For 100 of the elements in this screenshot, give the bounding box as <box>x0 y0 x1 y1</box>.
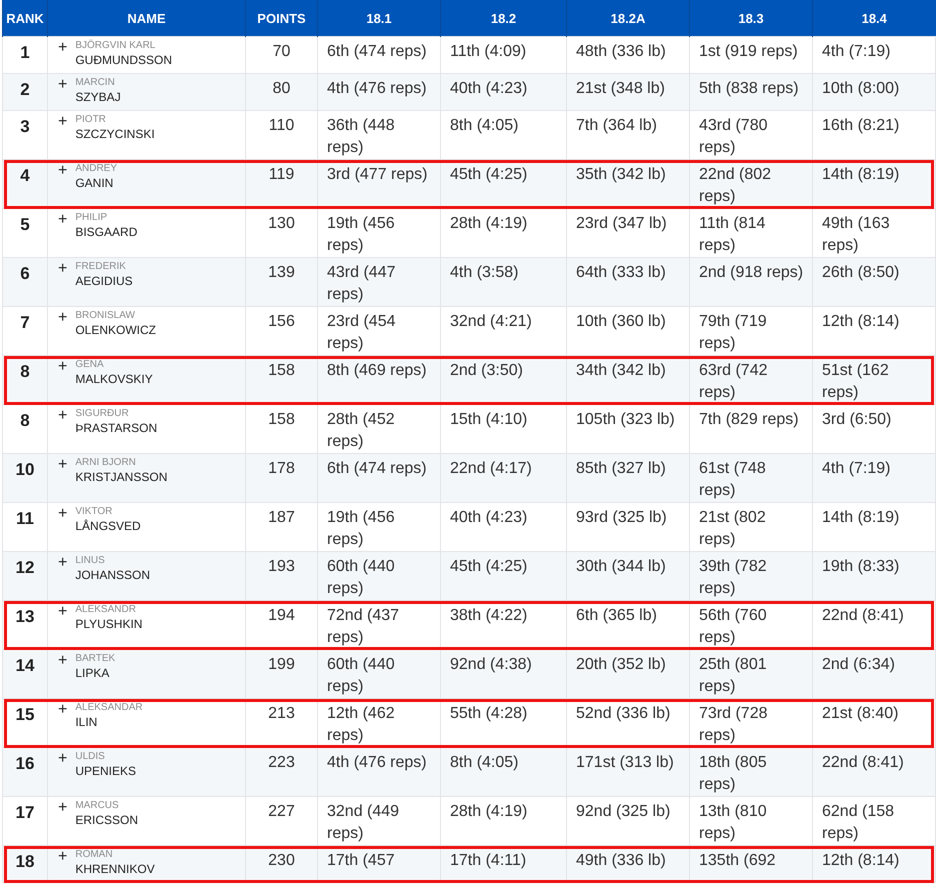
last-name: SZYBAJ <box>75 89 121 105</box>
expand-button[interactable]: + <box>58 262 68 276</box>
score-cell: 79th (719 reps) <box>690 306 812 356</box>
rank-cell: 12 <box>16 558 34 577</box>
last-name: JOHANSSON <box>75 567 150 583</box>
first-name: GENA <box>75 358 105 371</box>
score-cell: 36th (448 reps) <box>318 110 440 160</box>
score-cell: 20th (352 lb) <box>566 650 690 698</box>
score-cell: 39th (782 reps) <box>690 552 812 600</box>
first-name: MARCIN <box>75 76 116 89</box>
last-name: ÞRASTARSON <box>75 420 158 436</box>
column-header: RANK <box>2 0 48 36</box>
first-name: VIKTOR <box>75 505 114 518</box>
points-cell: 156 <box>246 306 318 356</box>
expand-button[interactable]: + <box>58 752 68 766</box>
first-name: ARNI BJORN <box>75 456 137 469</box>
score-cell: 5th (838 reps) <box>690 74 812 110</box>
expand-button[interactable]: + <box>58 115 68 129</box>
score-cell: 8th (4:05) <box>440 110 566 160</box>
score-cell: 4th (476 reps) <box>318 74 440 110</box>
first-name: ALEKSANDAR <box>75 701 143 714</box>
first-name: BJÖRGVIN KARL <box>75 39 156 52</box>
points-cell: 193 <box>246 552 318 600</box>
column-header: 18.1 <box>318 0 440 36</box>
rank-cell: 4 <box>20 166 30 185</box>
score-cell: 32nd (449 reps) <box>318 796 440 846</box>
score-cell: 28th (4:19) <box>440 796 566 846</box>
last-name: SZCZYCINSKI <box>75 126 155 142</box>
score-cell: 13th (810 reps) <box>690 796 812 846</box>
score-cell: 2nd (918 reps) <box>690 258 812 306</box>
score-cell: 64th (333 lb) <box>566 258 690 306</box>
expand-button[interactable]: + <box>58 164 68 178</box>
expand-button[interactable]: + <box>58 654 68 668</box>
rank-cell: 7 <box>20 313 30 332</box>
score-cell: 25th (801 reps) <box>690 650 812 698</box>
expand-button[interactable]: + <box>58 41 68 55</box>
expand-button[interactable]: + <box>58 703 68 717</box>
last-name: OLENKOWICZ <box>75 322 156 338</box>
score-cell: 92nd (325 lb) <box>566 796 690 846</box>
points-cell: 199 <box>246 650 318 698</box>
expand-button[interactable]: + <box>58 78 68 92</box>
points-cell: 178 <box>246 454 318 502</box>
score-cell: 21st (348 lb) <box>566 74 690 110</box>
first-name: ULDIS <box>75 750 106 763</box>
last-name: AEGIDIUS <box>75 273 133 289</box>
score-cell: 171st (313 lb) <box>566 748 690 796</box>
score-cell: 19th (8:33) <box>812 552 936 600</box>
expand-button[interactable]: + <box>58 360 68 374</box>
score-cell: 10th (360 lb) <box>566 306 690 356</box>
expand-button[interactable]: + <box>58 458 68 472</box>
rank-cell: 8 <box>20 362 30 381</box>
score-cell: 40th (4:23) <box>440 74 566 110</box>
first-name: FREDERIK <box>75 260 127 273</box>
column-header: 18.3 <box>690 0 812 36</box>
points-cell: 80 <box>246 74 318 110</box>
rank-cell: 1 <box>20 43 30 62</box>
score-cell: 60th (440 reps) <box>318 552 440 600</box>
score-cell: 43rd (447 reps) <box>318 258 440 306</box>
expand-button[interactable]: + <box>58 605 68 619</box>
rank-cell: 18 <box>16 852 34 871</box>
first-name: BARTEK <box>75 652 116 665</box>
score-cell: 22nd (4:17) <box>440 454 566 502</box>
rank-cell: 3 <box>20 117 30 136</box>
score-cell: 6th (474 reps) <box>318 454 440 502</box>
score-cell: 60th (440 reps) <box>318 650 440 698</box>
score-cell: 45th (4:25) <box>440 552 566 600</box>
expand-button[interactable]: + <box>58 556 68 570</box>
rank-cell: 5 <box>20 215 30 234</box>
column-header: POINTS <box>246 0 318 36</box>
first-name: MARCUS <box>75 799 120 812</box>
score-cell: 85th (327 lb) <box>566 454 690 502</box>
last-name: PLYUSHKIN <box>75 616 142 632</box>
column-header: 18.2 <box>440 0 566 36</box>
last-name: GUÐMUNDSSON <box>75 52 172 68</box>
expand-button[interactable]: + <box>58 507 68 521</box>
expand-button[interactable]: + <box>58 311 68 325</box>
rank-cell: 6 <box>20 264 30 283</box>
column-header: 18.2A <box>566 0 690 36</box>
column-header: 18.4 <box>812 0 936 36</box>
first-name: PIOTR <box>75 113 107 126</box>
score-cell: 22nd (8:41) <box>812 748 936 796</box>
points-cell: 223 <box>246 748 318 796</box>
rank-cell: 14 <box>16 656 34 675</box>
expand-button[interactable]: + <box>58 801 68 815</box>
expand-button[interactable]: + <box>58 409 68 423</box>
score-cell: 4th (3:58) <box>440 258 566 306</box>
last-name: UPENIEKS <box>75 763 136 779</box>
expand-button[interactable]: + <box>58 213 68 227</box>
first-name: BRONISLAW <box>75 309 136 322</box>
rank-cell: 8 <box>20 411 30 430</box>
rank-cell: 2 <box>20 80 30 99</box>
score-cell: 12th (8:14) <box>812 306 936 356</box>
score-cell: 7th (364 lb) <box>566 110 690 160</box>
expand-button[interactable]: + <box>58 850 68 864</box>
rank-cell: 10 <box>16 460 34 479</box>
first-name: ANDREY <box>75 162 118 175</box>
score-cell: 26th (8:50) <box>812 258 936 306</box>
last-name: ILIN <box>75 714 98 730</box>
last-name: KHRENNIKOV <box>75 861 155 877</box>
rank-cell: 13 <box>16 607 34 626</box>
